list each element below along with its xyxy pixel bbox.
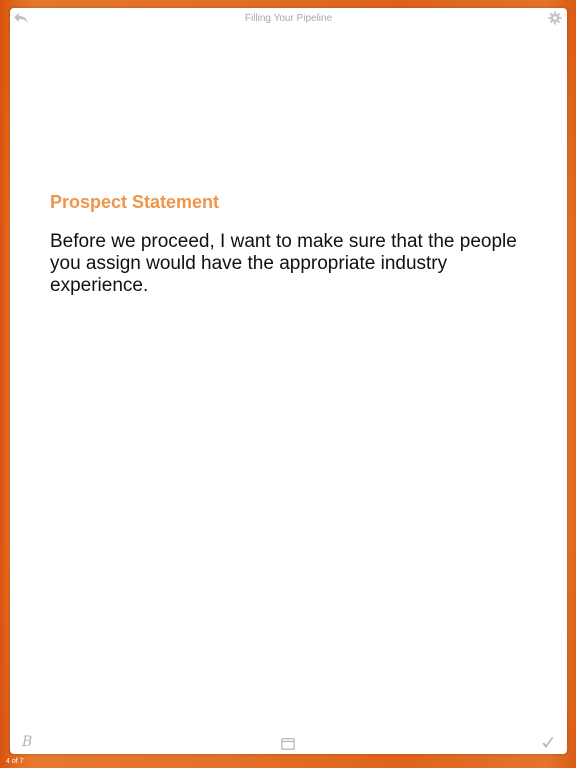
- window-icon: [281, 738, 295, 750]
- page-counter: 4 of 7: [6, 758, 24, 765]
- settings-button[interactable]: [548, 11, 562, 25]
- checkmark-icon: [542, 737, 554, 748]
- card-content: Prospect Statement Before we proceed, I …: [50, 192, 520, 297]
- card-heading: Prospect Statement: [50, 192, 220, 212]
- flashcard: Filling Your Pipeline Prospect Statement…: [10, 8, 567, 754]
- layout-button[interactable]: [281, 737, 295, 750]
- gear-icon: [548, 11, 562, 25]
- bottom-toolbar: B: [10, 730, 567, 754]
- card-statement: Before we proceed, I want to make sure t…: [50, 231, 517, 296]
- script-button[interactable]: B: [22, 734, 32, 750]
- page-title: Filling Your Pipeline: [244, 13, 333, 24]
- top-toolbar: Filling Your Pipeline: [10, 8, 567, 30]
- done-button[interactable]: [541, 736, 555, 750]
